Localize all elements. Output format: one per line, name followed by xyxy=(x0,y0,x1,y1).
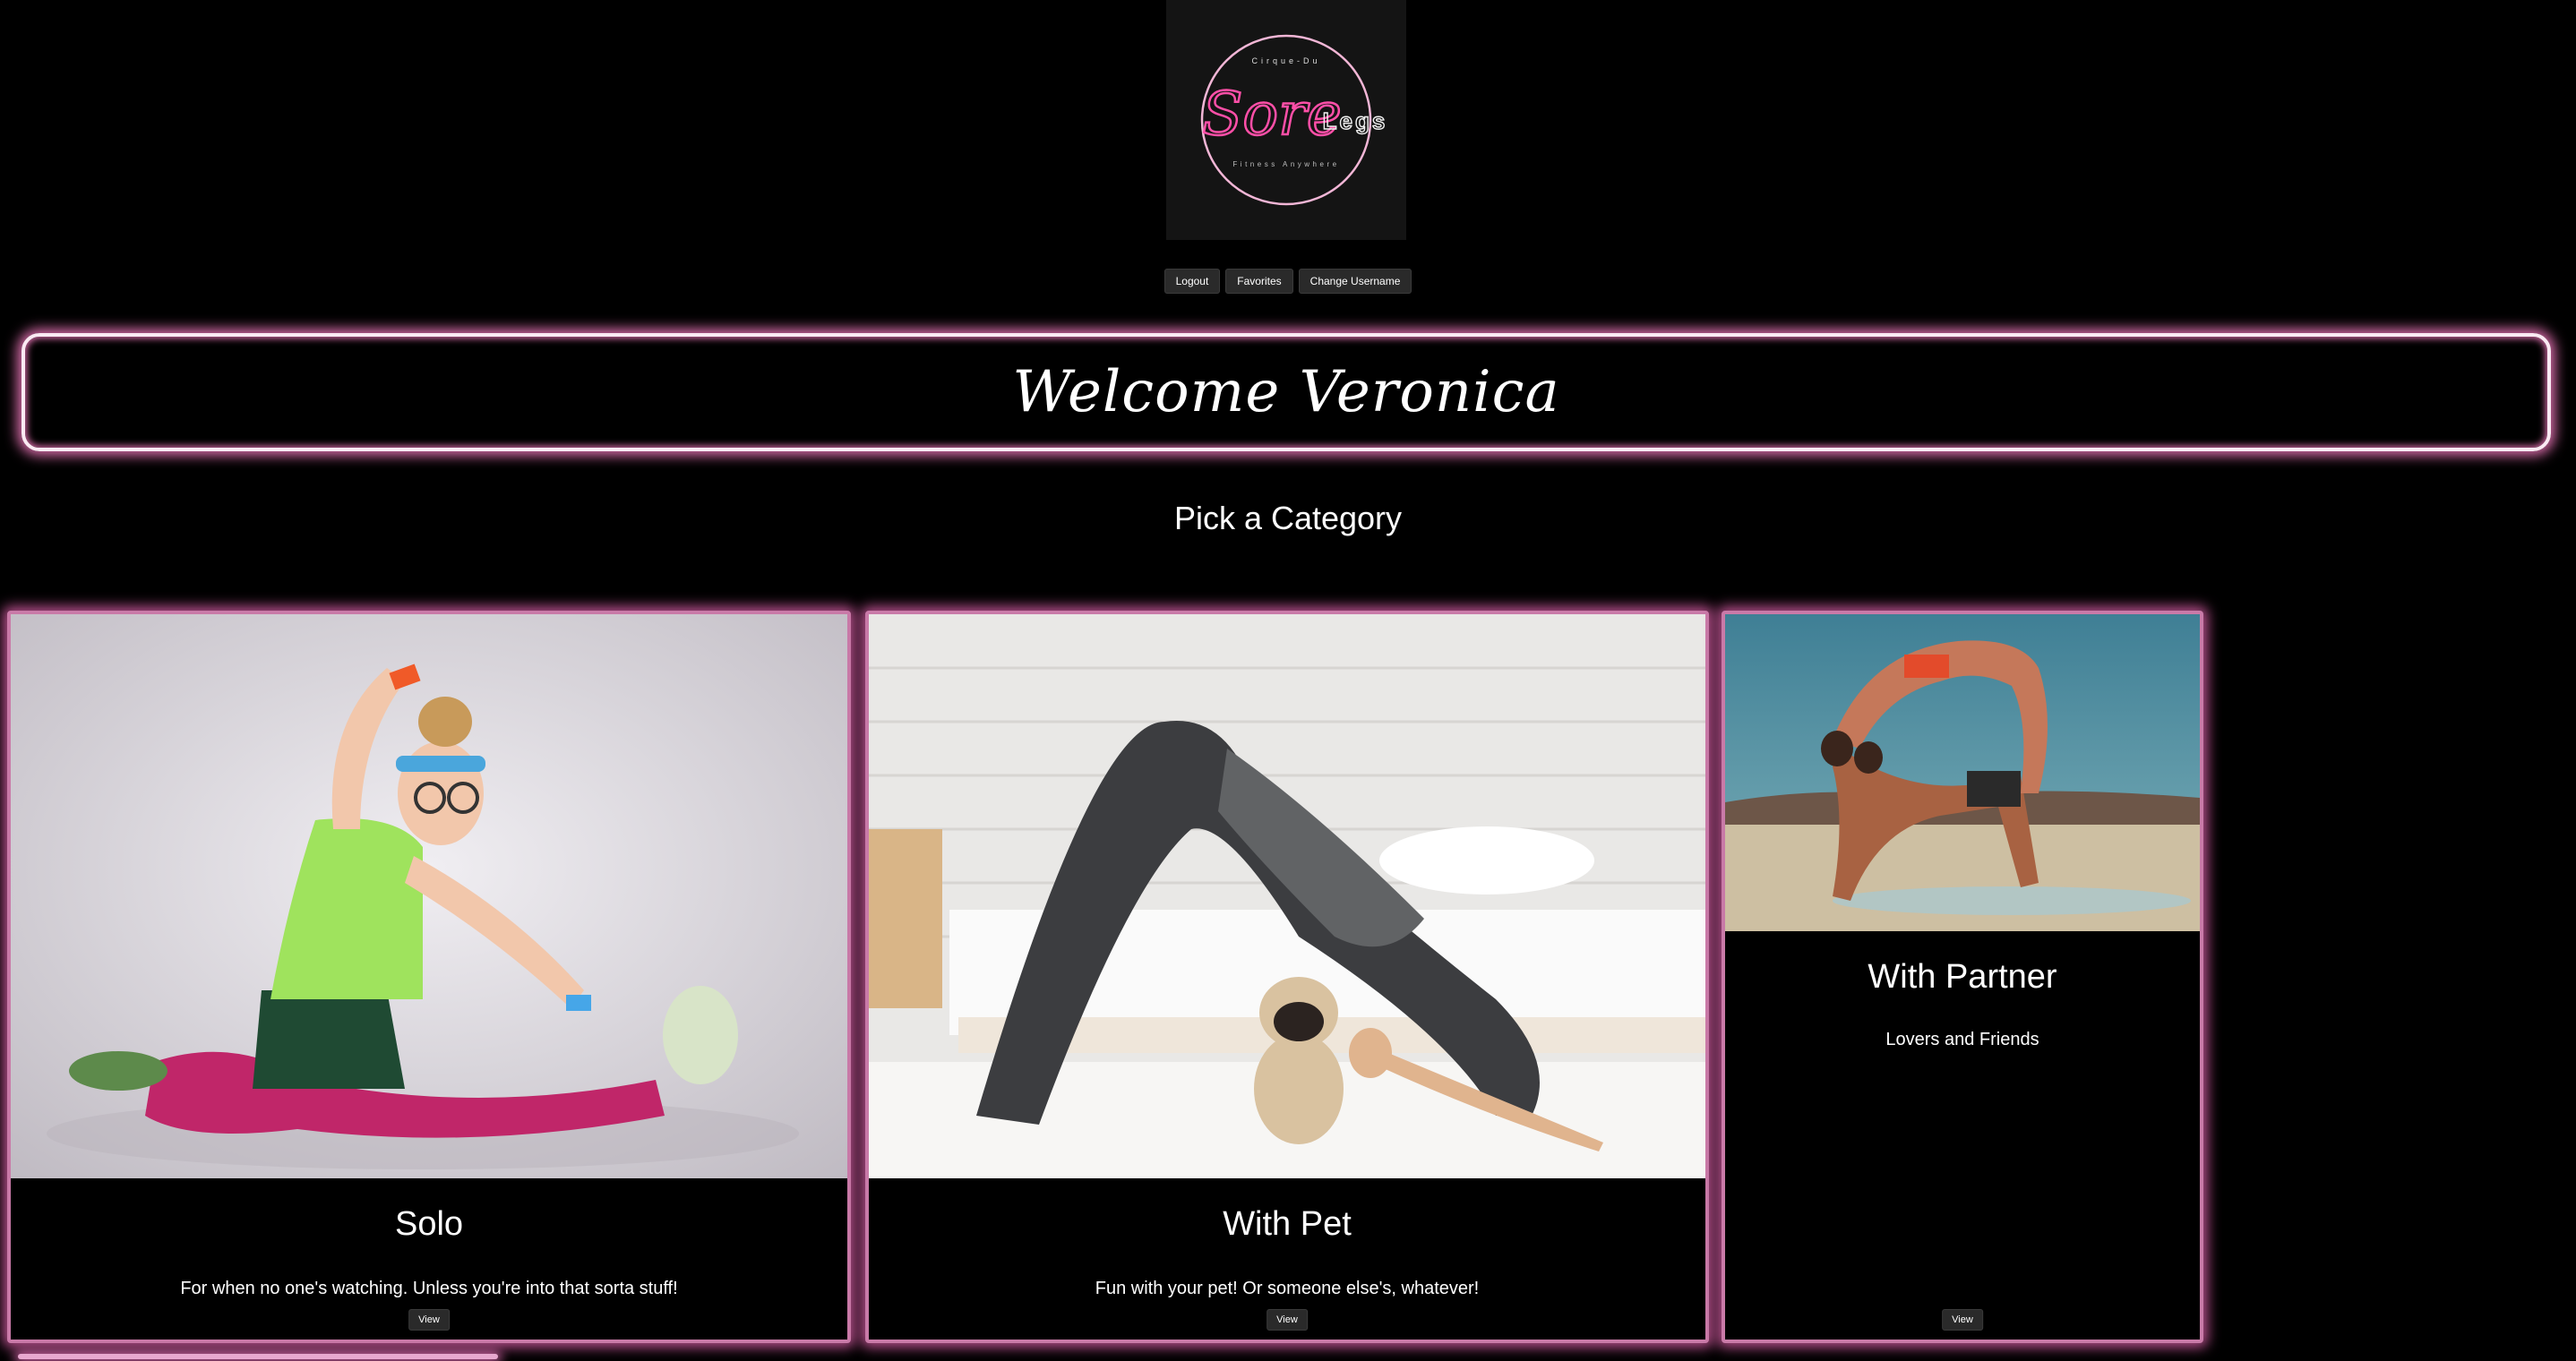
category-card-with-partner: With Partner Lovers and Friends View xyxy=(1722,611,2203,1343)
favorites-button[interactable]: Favorites xyxy=(1225,269,1293,294)
logo-graphic: Cirque-Du Sore Legs Fitness Anywhere xyxy=(1200,34,1388,206)
logo-script-text: Sore xyxy=(1202,80,1342,149)
card-description: Lovers and Friends xyxy=(1885,1030,2039,1049)
category-card-solo: Solo For when no one's watching. Unless … xyxy=(7,611,851,1343)
woman-yoga-with-pug-photo xyxy=(869,614,1705,1178)
pick-category-heading: Pick a Category xyxy=(1173,500,1403,536)
card-title: With Partner xyxy=(1868,958,2057,996)
partial-card-glow-edge xyxy=(18,1354,498,1359)
logo-bottom-text: Fitness Anywhere xyxy=(1232,160,1339,168)
top-nav: Logout Favorites Change Username xyxy=(0,269,2576,294)
view-with-partner-button[interactable]: View xyxy=(1942,1309,1983,1331)
logo-block-text: Legs xyxy=(1323,107,1388,134)
logo-top-text: Cirque-Du xyxy=(1251,56,1320,65)
card-description: Fun with your pet! Or someone else's, wh… xyxy=(1095,1279,1480,1298)
welcome-banner: Welcome Veronica xyxy=(21,333,2551,451)
card-description: For when no one's watching. Unless you'r… xyxy=(180,1279,678,1298)
view-with-pet-button[interactable]: View xyxy=(1267,1309,1308,1331)
logout-button[interactable]: Logout xyxy=(1163,269,1221,294)
view-solo-button[interactable]: View xyxy=(408,1309,450,1331)
card-title: With Pet xyxy=(1223,1205,1352,1243)
change-username-button[interactable]: Change Username xyxy=(1298,269,1413,294)
welcome-text: Welcome Veronica xyxy=(1012,359,1560,425)
woman-stretching-photo xyxy=(11,614,847,1178)
card-title: Solo xyxy=(394,1205,464,1243)
category-card-with-pet: With Pet Fun with your pet! Or someone e… xyxy=(865,611,1709,1343)
site-logo[interactable]: Cirque-Du Sore Legs Fitness Anywhere xyxy=(1166,0,1406,240)
partner-acrobatics-beach-photo xyxy=(1725,614,2200,931)
page: Cirque-Du Sore Legs Fitness Anywhere Log… xyxy=(0,0,2576,1361)
